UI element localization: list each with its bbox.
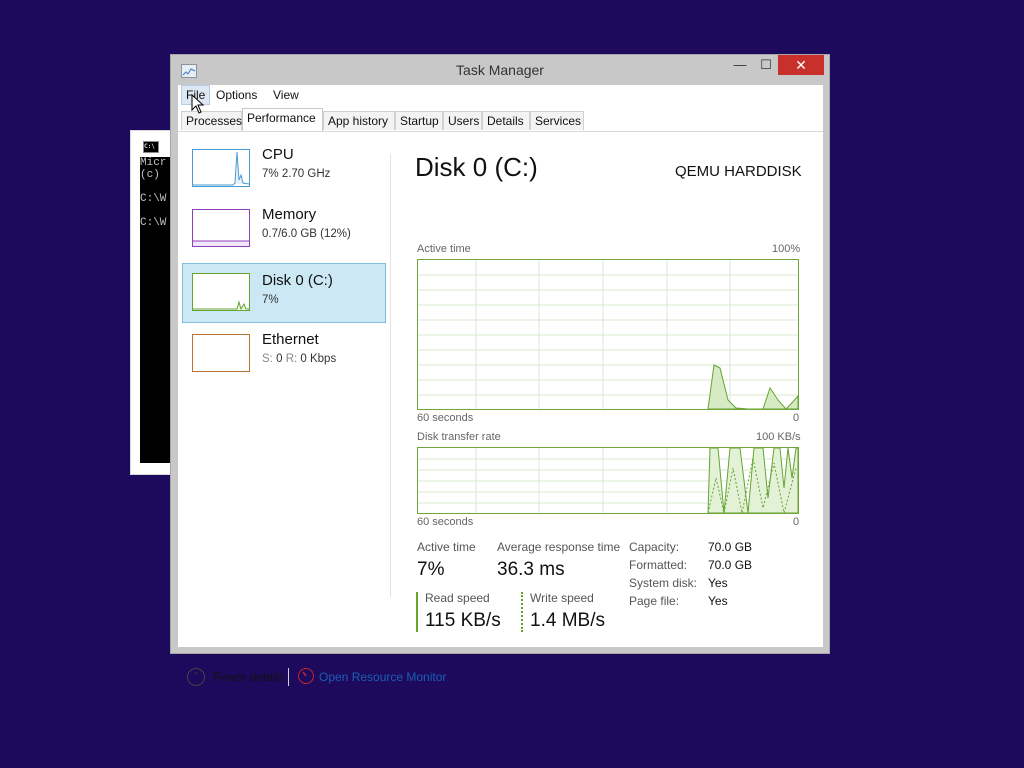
capacity-value: 70.0 GB bbox=[708, 540, 753, 554]
memory-thumbnail-graph bbox=[192, 209, 250, 247]
active-time-x-right: 0 bbox=[793, 412, 800, 424]
capacity-label: Capacity: bbox=[629, 540, 680, 554]
mouse-cursor-icon bbox=[191, 93, 205, 114]
cpu-thumbnail-graph bbox=[192, 149, 250, 187]
read-speed-indicator bbox=[416, 592, 418, 632]
disk-thumbnail-graph bbox=[192, 273, 250, 311]
tab-performance[interactable]: Performance bbox=[242, 108, 323, 131]
transfer-rate-graph bbox=[417, 447, 799, 514]
resource-item-memory[interactable]: Memory 0.7/6.0 GB (12%) bbox=[182, 204, 386, 262]
tab-details[interactable]: Details bbox=[482, 111, 530, 130]
transfer-x-left: 60 seconds bbox=[417, 516, 474, 528]
disk-subtitle: 7% bbox=[262, 294, 279, 306]
close-button[interactable]: ✕ bbox=[778, 55, 824, 75]
active-time-label: Active time bbox=[417, 540, 476, 554]
tab-startup[interactable]: Startup bbox=[395, 111, 443, 130]
disk-model: QEMU HARDDISK bbox=[675, 163, 802, 180]
chevron-up-icon[interactable]: ⌃ bbox=[187, 668, 205, 686]
minimize-button[interactable]: — bbox=[727, 55, 753, 75]
read-speed-value: 115 KB/s bbox=[425, 610, 501, 631]
memory-title: Memory bbox=[262, 206, 317, 223]
active-time-x-left: 60 seconds bbox=[417, 412, 474, 424]
read-speed-label: Read speed bbox=[425, 591, 490, 605]
resource-monitor-icon[interactable] bbox=[298, 668, 314, 684]
page-file-value: Yes bbox=[708, 594, 728, 608]
response-time-value: 36.3 ms bbox=[497, 559, 565, 580]
active-time-graph-label: Active time bbox=[417, 243, 471, 255]
ethernet-subtitle: S: 0 R: 0 Kbps bbox=[262, 353, 337, 365]
write-speed-label: Write speed bbox=[530, 591, 594, 605]
cpu-subtitle: 7% 2.70 GHz bbox=[262, 168, 331, 180]
system-disk-label: System disk: bbox=[629, 576, 698, 590]
maximize-button[interactable]: ☐ bbox=[753, 55, 779, 75]
disk-title-item: Disk 0 (C:) bbox=[262, 272, 333, 289]
resource-item-ethernet[interactable]: Ethernet S: 0 R: 0 Kbps bbox=[182, 324, 386, 382]
performance-pane: CPU 7% 2.70 GHz Memory 0.7/6.0 GB (12%) … bbox=[178, 132, 823, 686]
pane-divider bbox=[390, 154, 391, 597]
cpu-title: CPU bbox=[262, 146, 294, 163]
menu-options[interactable]: Options bbox=[212, 86, 261, 104]
menu-bar: File Options View bbox=[178, 85, 823, 105]
active-time-graph-max: 100% bbox=[772, 243, 801, 255]
formatted-value: 70.0 GB bbox=[708, 558, 753, 572]
page-file-label: Page file: bbox=[629, 594, 680, 608]
ethernet-thumbnail-graph bbox=[192, 334, 250, 372]
transfer-graph-max: 100 KB/s bbox=[756, 431, 801, 443]
write-speed-indicator bbox=[521, 592, 523, 632]
system-disk-value: Yes bbox=[708, 576, 728, 590]
detail-title: Disk 0 (C:) bbox=[415, 152, 538, 182]
tab-services[interactable]: Services bbox=[530, 111, 584, 130]
active-time-graph bbox=[417, 259, 799, 410]
memory-subtitle: 0.7/6.0 GB (12%) bbox=[262, 228, 351, 240]
resource-item-cpu[interactable]: CPU 7% 2.70 GHz bbox=[182, 144, 386, 202]
resource-item-disk[interactable]: Disk 0 (C:) 7% bbox=[182, 263, 386, 323]
active-time-value: 7% bbox=[417, 559, 445, 580]
transfer-graph-label: Disk transfer rate bbox=[417, 431, 501, 443]
fewer-details-link[interactable]: Fewer details bbox=[213, 670, 284, 684]
ethernet-title: Ethernet bbox=[262, 331, 319, 348]
formatted-label: Formatted: bbox=[629, 558, 688, 572]
footer-separator bbox=[288, 668, 289, 686]
open-resource-monitor-link[interactable]: Open Resource Monitor bbox=[319, 670, 446, 684]
tab-bar: Processes Performance App history Startu… bbox=[178, 105, 823, 132]
transfer-x-right: 0 bbox=[793, 516, 800, 528]
tab-users[interactable]: Users bbox=[443, 111, 482, 130]
menu-view[interactable]: View bbox=[269, 86, 303, 104]
task-manager-window[interactable]: Task Manager — ☐ ✕ File Options View Pro… bbox=[170, 54, 830, 686]
tab-app-history[interactable]: App history bbox=[323, 111, 395, 130]
write-speed-value: 1.4 MB/s bbox=[530, 610, 605, 631]
console-app-icon: C:\ bbox=[143, 141, 159, 153]
title-bar[interactable]: Task Manager — ☐ ✕ bbox=[171, 55, 829, 85]
response-time-label: Average response time bbox=[497, 540, 621, 554]
